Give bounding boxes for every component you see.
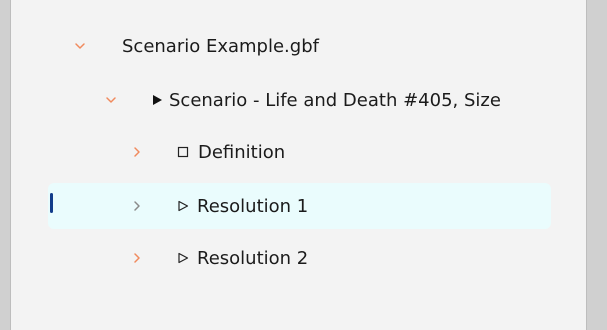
selection-indicator bbox=[50, 193, 53, 213]
square-outline-icon bbox=[175, 144, 191, 160]
tree-item-resolution-1-content[interactable]: Resolution 1 bbox=[129, 184, 549, 228]
tree-item-label: Definition bbox=[198, 141, 286, 163]
tree-item-scenario[interactable]: Scenario - Life and Death #405, Size bbox=[103, 78, 573, 122]
play-outline-icon bbox=[175, 250, 191, 266]
chevron-right-icon[interactable] bbox=[129, 250, 145, 266]
play-filled-icon bbox=[149, 92, 165, 108]
tree-item-label: Scenario Example.gbf bbox=[122, 35, 319, 57]
chevron-down-icon[interactable] bbox=[103, 92, 119, 108]
tree-item-definition[interactable]: Definition bbox=[129, 130, 549, 174]
tree-item-label: Resolution 2 bbox=[197, 247, 309, 269]
tree-item-resolution-2[interactable]: Resolution 2 bbox=[129, 236, 549, 280]
chevron-right-icon[interactable] bbox=[129, 198, 145, 214]
tree-item-label: Resolution 1 bbox=[197, 195, 309, 217]
chevron-right-icon[interactable] bbox=[129, 144, 145, 160]
play-outline-icon bbox=[175, 198, 191, 214]
tree-item-scenario-example[interactable]: Scenario Example.gbf bbox=[72, 24, 572, 68]
right-gutter bbox=[587, 0, 607, 330]
chevron-down-icon[interactable] bbox=[72, 38, 88, 54]
left-gutter bbox=[0, 0, 10, 330]
tree-item-label: Scenario - Life and Death #405, Size bbox=[169, 89, 501, 111]
